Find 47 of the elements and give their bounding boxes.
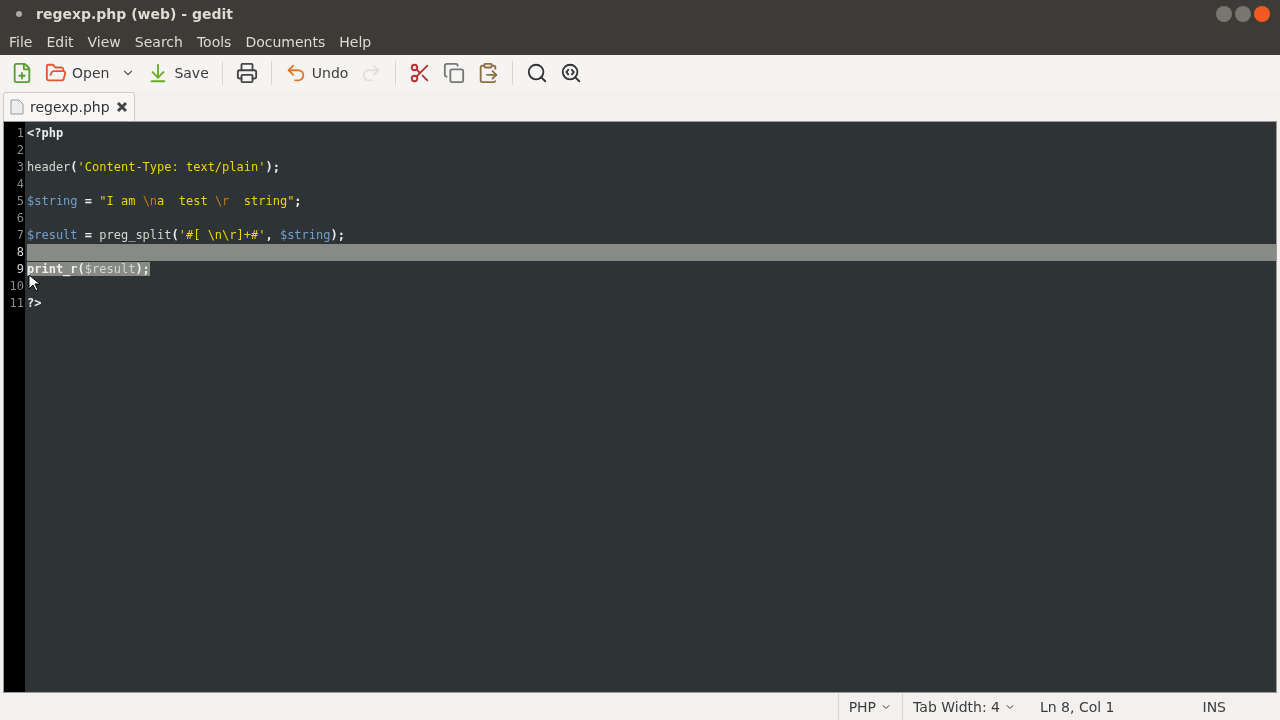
search-replace-icon <box>560 62 583 84</box>
menu-item[interactable]: Documents <box>238 33 333 50</box>
insert-mode: INS <box>1201 698 1227 715</box>
code-line: header('Content-Type: text/plain'); <box>27 159 280 176</box>
line-number: 5 <box>15 193 25 210</box>
maximize-button[interactable] <box>1235 6 1251 22</box>
line-number: 6 <box>15 210 25 227</box>
code-line: $string = "I am \na test \r string"; <box>27 193 302 210</box>
document-tab[interactable]: regexp.php <box>3 92 135 121</box>
code-line: $result = preg_split('#[ \n\r]+#', $string); <box>27 227 345 244</box>
window-title: regexp.php (web) - gedit <box>36 6 233 22</box>
window-menu-icon[interactable] <box>16 11 22 17</box>
minimize-button[interactable] <box>1216 6 1232 22</box>
folder-icon <box>45 62 67 84</box>
menu-item[interactable]: Help <box>332 33 379 50</box>
line-number: 7 <box>15 227 25 244</box>
cursor-position: Ln 8, Col 1 <box>1038 698 1116 715</box>
line-number: 3 <box>15 159 25 176</box>
toolbar-button[interactable]: Undo <box>281 60 352 86</box>
copy-icon <box>443 62 466 84</box>
close-icon[interactable] <box>115 101 128 113</box>
menu-item[interactable]: View <box>80 33 128 50</box>
line-number: 2 <box>15 142 25 159</box>
line-number: 11 <box>8 295 25 312</box>
language-selector[interactable]: PHP <box>837 693 903 720</box>
line-number: 10 <box>8 278 25 295</box>
menu-item[interactable]: Edit <box>39 33 81 50</box>
toolbar-button[interactable]: Save <box>144 60 212 86</box>
line-number: 1 <box>15 125 25 142</box>
line-number: 9 <box>15 261 25 278</box>
tab-width-selector[interactable]: Tab Width: 4 <box>902 693 1026 720</box>
document-icon <box>10 99 24 115</box>
menu-item[interactable]: Tools <box>189 33 239 50</box>
line-number: 8 <box>15 244 25 261</box>
tab-label: regexp.php <box>30 99 110 115</box>
code-editor[interactable]: 1 2 3 4 5 6 7 8 9 10 11 <?php header('Content-Type: text/plain'); $string = "I am \na test \r string"; $result = preg_split('#[ \n\r]+#', $string); print_r($result); ?> <box>3 121 1277 693</box>
code-line: <?php <box>27 125 64 142</box>
search-icon <box>526 62 549 84</box>
printer-icon <box>235 62 258 84</box>
menu-item[interactable]: Search <box>127 33 190 50</box>
toolbar-button[interactable]: Open <box>42 60 113 86</box>
line-number: 4 <box>15 176 25 193</box>
paste-icon <box>477 62 500 84</box>
close-button[interactable] <box>1254 6 1270 22</box>
code-line: ?> <box>27 295 42 312</box>
menu-item[interactable]: File <box>2 33 40 50</box>
new-file-icon <box>11 62 33 84</box>
